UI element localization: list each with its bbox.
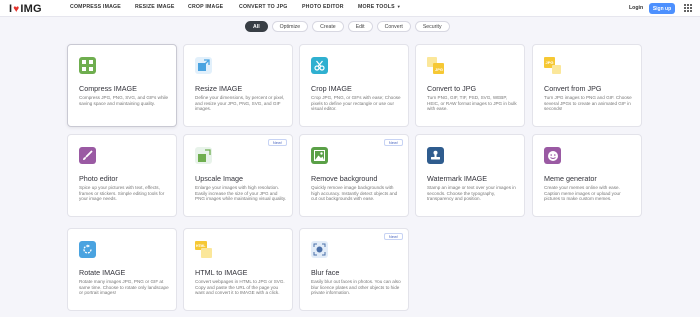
card-title: Photo editor xyxy=(79,174,118,183)
new-badge: New! xyxy=(383,139,403,146)
filter-security[interactable]: Security xyxy=(414,21,450,32)
tool-card-watermark-image[interactable]: Watermark IMAGE Stamp an image or text o… xyxy=(415,134,525,217)
card-description: Convert webpages in HTML to JPG or SVG. … xyxy=(195,279,285,296)
tool-card-resize-image[interactable]: Resize IMAGE Define your dimensions, by … xyxy=(183,44,293,127)
rotate-icon xyxy=(79,241,96,258)
signup-button[interactable]: Sign up xyxy=(649,3,675,14)
svg-text:JPG: JPG xyxy=(546,60,554,65)
tool-card-rotate-image[interactable]: Rotate IMAGE Rotate many images JPG, PNG… xyxy=(67,228,177,311)
card-title: Compress IMAGE xyxy=(79,84,137,93)
upscale-icon xyxy=(195,147,212,164)
card-title: Convert from JPG xyxy=(544,84,602,93)
remove-background-icon xyxy=(311,147,328,164)
card-description: Define your dimensions, by percent or pi… xyxy=(195,95,285,112)
logo-letter: I xyxy=(9,3,13,15)
nav-more-tools[interactable]: MORE TOOLS ▼ xyxy=(358,4,401,10)
svg-text:JPG: JPG xyxy=(435,67,443,72)
card-description: Easily blur out faces in photos. You can… xyxy=(311,279,401,296)
tool-card-meme-generator[interactable]: Meme generator Create your memes online … xyxy=(532,134,642,217)
card-description: Compress JPG, PNG, SVG, and GIFs while s… xyxy=(79,95,169,106)
filter-create[interactable]: Create xyxy=(312,21,344,32)
card-title: Watermark IMAGE xyxy=(427,174,488,183)
new-badge: New! xyxy=(383,233,403,240)
nav-resize-image[interactable]: RESIZE IMAGE xyxy=(135,4,175,10)
tool-card-photo-editor[interactable]: Photo editor Spice up your pictures with… xyxy=(67,134,177,217)
more-tools-label: MORE TOOLS xyxy=(358,4,395,10)
brush-icon xyxy=(79,147,96,164)
login-link[interactable]: Login xyxy=(629,5,643,11)
card-title: Blur face xyxy=(311,268,340,277)
card-title: Convert to JPG xyxy=(427,84,477,93)
chevron-down-icon: ▼ xyxy=(396,4,401,9)
tool-card-convert-from-jpg[interactable]: JPG Convert from JPG Turn JPG images to … xyxy=(532,44,642,127)
card-description: Create your memes online with ease. Capt… xyxy=(544,185,621,202)
card-title: Upscale Image xyxy=(195,174,243,183)
tool-card-html-to-image[interactable]: HTML HTML to IMAGE Convert webpages in H… xyxy=(183,228,293,311)
tool-card-crop-image[interactable]: Crop IMAGE Crop JPG, PNG, or GIFs with e… xyxy=(299,44,409,127)
meme-icon xyxy=(544,147,561,164)
nav-compress-image[interactable]: COMPRESS IMAGE xyxy=(70,4,121,10)
stamp-icon xyxy=(427,147,444,164)
card-title: Meme generator xyxy=(544,174,597,183)
blur-face-icon xyxy=(311,241,328,258)
logo-text: IMG xyxy=(20,3,42,15)
card-description: Stamp an image or text over your images … xyxy=(427,185,516,202)
card-title: Crop IMAGE xyxy=(311,84,352,93)
card-description: Turn JPG images to PNG and GIF. Choose s… xyxy=(544,95,632,112)
filter-all[interactable]: All xyxy=(245,21,268,32)
scissors-icon xyxy=(311,57,328,74)
tool-card-upscale-image[interactable]: New! Upscale Image Enlarge your images w… xyxy=(183,134,293,217)
card-title: HTML to IMAGE xyxy=(195,268,248,277)
card-description: Crop JPG, PNG, or GIFs with ease; Choose… xyxy=(311,95,401,112)
card-description: Rotate many images JPG, PNG or GIF at sa… xyxy=(79,279,169,296)
card-description: Quickly remove image backgrounds with hi… xyxy=(311,185,398,202)
top-header: I ♥ IMG COMPRESS IMAGE RESIZE IMAGE CROP… xyxy=(0,0,700,17)
card-description: Enlarge your images with high resolution… xyxy=(195,185,287,202)
tool-card-convert-to-jpg[interactable]: JPG Convert to JPG Turn PNG, GIF, TIF, P… xyxy=(415,44,525,127)
ilovemg-logo[interactable]: I ♥ IMG xyxy=(9,3,42,15)
resize-icon xyxy=(195,57,212,74)
tool-card-remove-background[interactable]: New! Remove background Quickly remove im… xyxy=(299,134,409,217)
card-title: Resize IMAGE xyxy=(195,84,243,93)
category-filters: All Optimize Create Edit Convert Securit… xyxy=(245,21,450,32)
nav-crop-image[interactable]: CROP IMAGE xyxy=(188,4,223,10)
card-description: Turn PNG, GIF, TIF, PSD, SVG, WEBP, HEIC… xyxy=(427,95,517,112)
card-title: Remove background xyxy=(311,174,378,183)
new-badge: New! xyxy=(267,139,287,146)
filter-optimize[interactable]: Optimize xyxy=(271,21,309,32)
filter-edit[interactable]: Edit xyxy=(347,21,373,32)
nav-convert-to-jpg[interactable]: CONVERT TO JPG xyxy=(239,4,288,10)
nav-photo-editor[interactable]: PHOTO EDITOR xyxy=(302,4,344,10)
convert-to-jpg-icon: JPG xyxy=(427,57,444,74)
compress-icon xyxy=(79,57,96,74)
apps-grid-icon[interactable] xyxy=(684,4,692,12)
heart-icon: ♥ xyxy=(13,3,20,15)
filter-convert[interactable]: Convert xyxy=(376,21,411,32)
tool-card-compress-image[interactable]: Compress IMAGE Compress JPG, PNG, SVG, a… xyxy=(67,44,177,127)
svg-text:HTML: HTML xyxy=(196,244,205,248)
html-icon: HTML xyxy=(195,241,212,258)
convert-from-jpg-icon: JPG xyxy=(544,57,561,74)
card-description: Spice up your pictures with text, effect… xyxy=(79,185,165,202)
card-title: Rotate IMAGE xyxy=(79,268,126,277)
tool-card-blur-face[interactable]: New! Blur face Easily blur out faces in … xyxy=(299,228,409,311)
